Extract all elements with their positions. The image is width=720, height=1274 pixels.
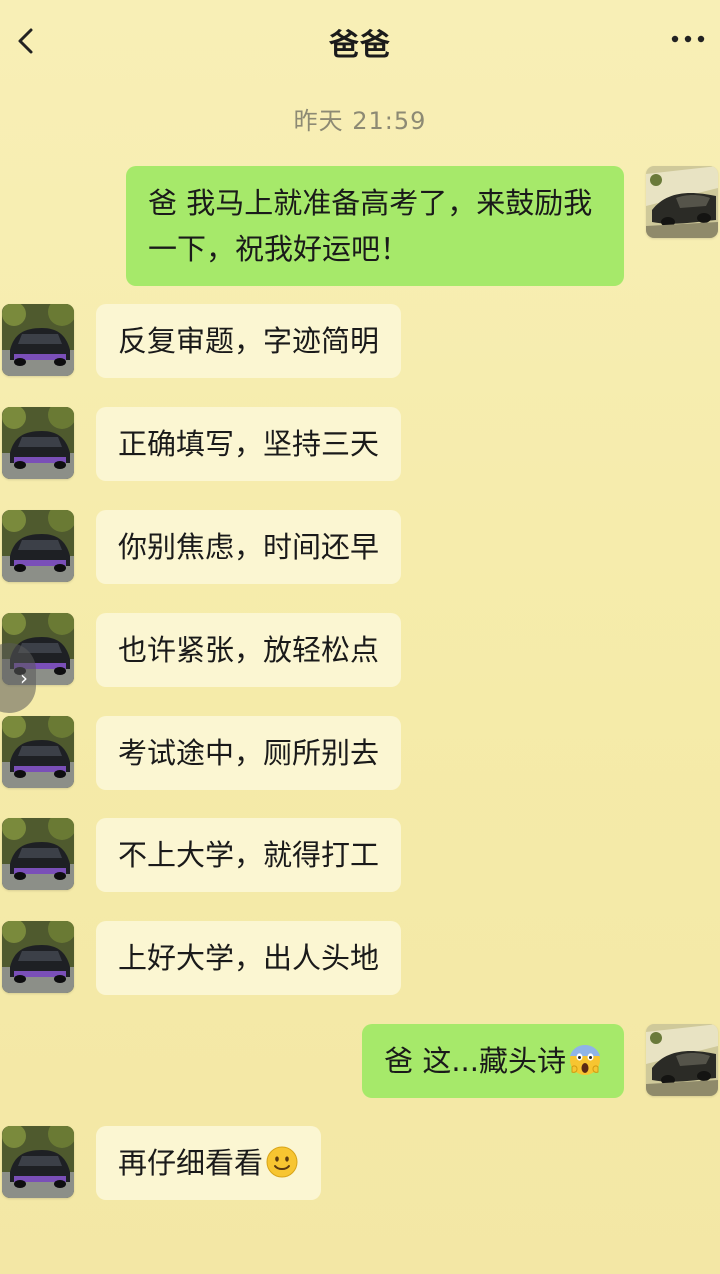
smiling-face-icon — [265, 1145, 299, 1179]
message-timestamp: 昨天 21:59 — [293, 107, 427, 135]
chat-header: 爸爸 — [0, 0, 720, 80]
car-photo-icon — [646, 1024, 718, 1096]
my-avatar[interactable] — [646, 1024, 718, 1096]
car-photo-icon — [646, 166, 718, 238]
car-photo-icon — [2, 407, 74, 479]
car-photo-icon — [2, 716, 74, 788]
message-bubble-incoming[interactable]: 也许紧张，放轻松点 — [96, 613, 402, 687]
message-bubble-incoming[interactable]: 你别焦虑，时间还早 — [96, 510, 402, 584]
more-horizontal-icon — [671, 35, 705, 43]
chat-title: 爸爸 — [329, 28, 391, 63]
dad-avatar[interactable] — [2, 818, 74, 890]
back-button[interactable] — [10, 24, 44, 58]
car-photo-icon — [2, 510, 74, 582]
car-photo-icon — [2, 818, 74, 890]
chat-screen: 爸爸 昨天 21:59 爸 我马上就准备高考了，来鼓励我一下，祝我好运吧！ 反复… — [0, 0, 720, 1274]
message-bubble-outgoing[interactable]: 爸 这...藏头诗 — [362, 1024, 624, 1098]
message-bubble-incoming[interactable]: 不上大学，就得打工 — [96, 818, 402, 892]
side-expand-handle[interactable]: › — [0, 643, 36, 713]
dad-avatar[interactable] — [2, 304, 74, 376]
car-photo-icon — [2, 304, 74, 376]
message-bubble-outgoing[interactable]: 爸 我马上就准备高考了，来鼓励我一下，祝我好运吧！ — [126, 166, 624, 286]
message-bubble-incoming[interactable]: 正确填写，坚持三天 — [96, 407, 402, 481]
dad-avatar[interactable] — [2, 407, 74, 479]
message-bubble-incoming[interactable]: 反复审题，字迹简明 — [96, 304, 402, 378]
dad-avatar[interactable] — [2, 921, 74, 993]
chevron-left-icon — [18, 28, 33, 54]
message-bubble-incoming[interactable]: 考试途中，厕所别去 — [96, 716, 402, 790]
message-bubble-incoming[interactable]: 再仔细看看 — [96, 1126, 322, 1200]
dad-avatar[interactable] — [2, 716, 74, 788]
more-button[interactable] — [666, 22, 710, 56]
message-text: 爸 这...藏头诗 — [384, 1044, 566, 1078]
car-photo-icon — [2, 1126, 74, 1198]
dad-avatar[interactable] — [2, 1126, 74, 1198]
message-text: 再仔细看看 — [118, 1146, 264, 1180]
dad-avatar[interactable] — [2, 510, 74, 582]
screaming-face-icon — [568, 1043, 602, 1077]
message-bubble-incoming[interactable]: 上好大学，出人头地 — [96, 921, 402, 995]
car-photo-icon — [2, 921, 74, 993]
my-avatar[interactable] — [646, 166, 718, 238]
